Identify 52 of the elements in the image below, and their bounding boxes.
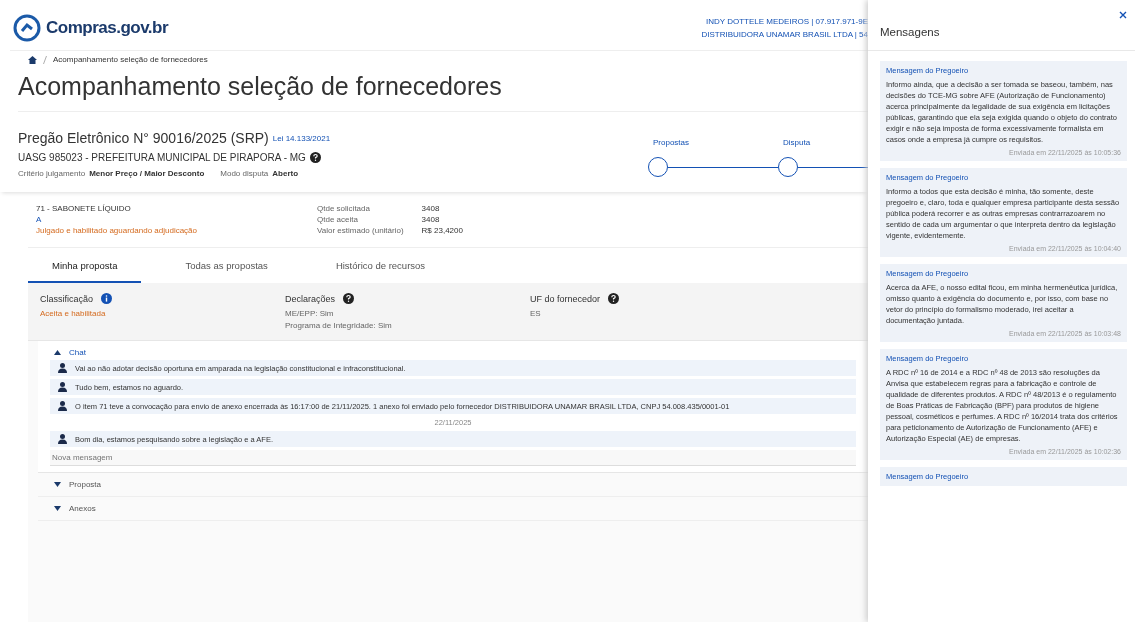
user-info[interactable]: DISTRIBUIDORA UNAMAR BRASIL LTDA | 54: [701, 30, 868, 39]
breadcrumb-separator-icon: [43, 55, 47, 64]
caret-icon: [54, 506, 61, 511]
info-icon[interactable]: [101, 293, 113, 304]
step-label: Propostas: [652, 138, 691, 147]
summary-label: UF do fornecedor: [530, 293, 601, 304]
mode-value: Aberto: [272, 169, 299, 178]
fact-label: Qtde solicitada: [317, 204, 371, 213]
uasg-text: UASG 985023 - PREFEITURA MUNICIPAL DE PIRAPORA - MG: [18, 152, 306, 163]
summary-value: Programa de Integridade: Sim: [285, 321, 393, 330]
logo-icon: [12, 13, 42, 43]
user-icon: [58, 382, 67, 392]
summary-value: Aceita e habilitada: [40, 309, 107, 318]
tab[interactable]: Histórico de recursos: [311, 248, 450, 283]
fact-label: Qtde aceita: [317, 215, 359, 224]
user-icon: [58, 401, 67, 411]
home-icon[interactable]: [28, 55, 37, 64]
help-icon[interactable]: [343, 293, 355, 304]
mode-label: Modo disputa: [220, 169, 269, 178]
user-icon: [58, 363, 67, 373]
fact-value: R$ 23,4200: [421, 226, 463, 235]
section-toggle[interactable]: Proposta: [38, 473, 868, 497]
message-input[interactable]: Nova mensagem: [50, 450, 856, 466]
item-name: 71 - SABONETE LÍQUIDO: [36, 204, 132, 213]
criteria-value: Menor Preço / Maior Desconto: [89, 169, 205, 178]
item-status: Julgado e habilitado aguardando adjudicação: [36, 226, 198, 235]
caret-icon: [54, 350, 61, 355]
fact-label: Valor estimado (unitário): [317, 226, 404, 235]
summary-value: ME/EPP: Sim: [285, 309, 335, 318]
logo-text[interactable]: Compras.gov.br: [46, 18, 169, 38]
caret-icon: [54, 482, 61, 487]
breadcrumb-item[interactable]: Acompanhamento seleção de fornecedores: [53, 55, 208, 64]
law-link[interactable]: Lei 14.133/2021: [272, 133, 331, 143]
item-code[interactable]: A: [36, 215, 198, 224]
help-icon[interactable]: [309, 152, 321, 163]
step-label: Disputa: [782, 138, 812, 147]
section-toggle[interactable]: Anexos: [38, 497, 868, 521]
pregao-title: Pregão Eletrônico N° 90016/2025 (SRP): [18, 130, 269, 146]
fact-value: 3408: [421, 204, 441, 213]
criteria-label: Critério julgamento: [18, 169, 86, 178]
panel-title: Mensagens: [880, 25, 940, 38]
user-icon: [58, 434, 67, 444]
help-icon[interactable]: [608, 293, 620, 304]
user-info[interactable]: INDY DOTTELE MEDEIROS | 07.917.971-9E: [706, 17, 868, 26]
summary-label: Classificação: [40, 293, 94, 304]
chat-toggle[interactable]: Chat: [50, 345, 90, 360]
summary-value: ES: [530, 309, 542, 318]
fact-value: 3408: [421, 215, 441, 224]
page-title: Acompanhamento seleção de fornecedores: [18, 72, 868, 112]
close-button[interactable]: [1119, 10, 1127, 21]
tab[interactable]: Todas as propostas: [161, 248, 292, 283]
summary-label: Declarações: [285, 293, 336, 304]
